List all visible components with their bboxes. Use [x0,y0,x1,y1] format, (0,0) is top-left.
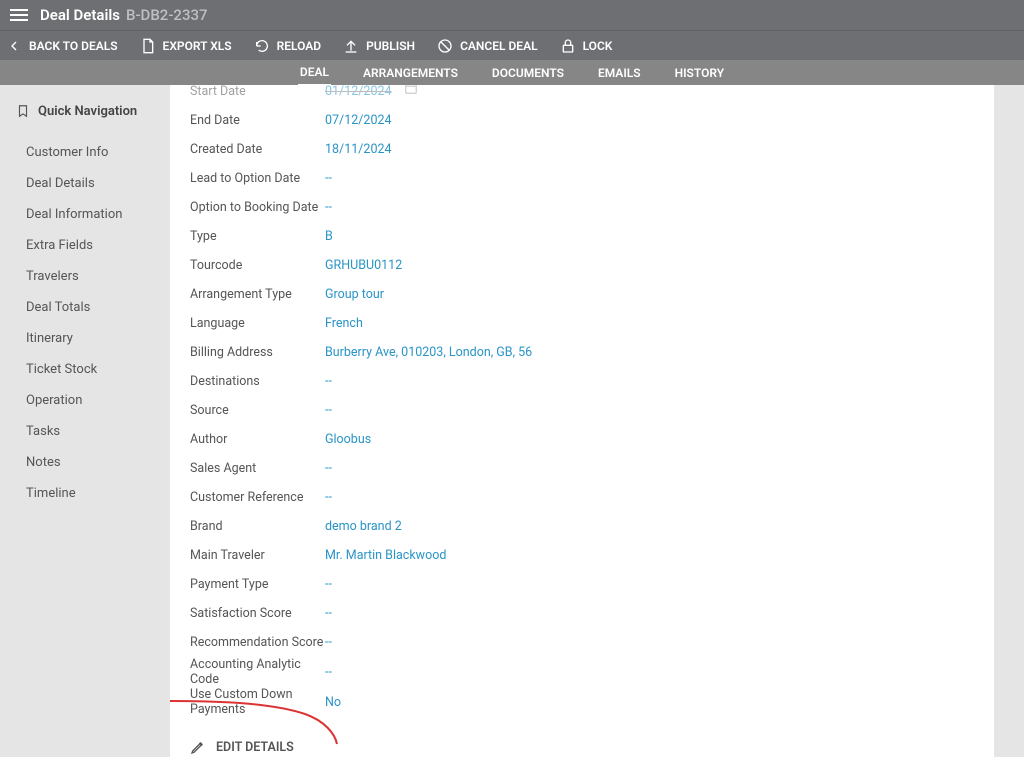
field-value-recommendation-score[interactable]: -- [325,635,332,650]
edit-details-label: EDIT DETAILS [216,740,294,755]
lock-icon [560,38,576,54]
sidebar-item-ticket-stock[interactable]: Ticket Stock [16,354,154,385]
sidebar-item-timeline[interactable]: Timeline [16,478,154,509]
field-label-custom-down: Use Custom Down Payments [190,687,325,717]
field-label-recommendation-score: Recommendation Score [190,635,325,650]
sidebar-item-customer-info[interactable]: Customer Info [16,137,154,168]
field-value-tourcode[interactable]: GRHUBU0112 [325,258,402,273]
field-label-sales-agent: Sales Agent [190,461,325,476]
field-value-option-to-booking[interactable]: -- [325,200,332,215]
lock-button[interactable]: LOCK [560,38,613,54]
sidebar-head: Quick Navigation [16,103,154,119]
publish-label: PUBLISH [366,39,415,53]
field-value-lead-to-option[interactable]: -- [325,171,332,186]
cancel-button[interactable]: CANCEL DEAL [437,38,538,54]
upload-icon [343,38,359,54]
tab-deal[interactable]: DEAL [298,60,331,86]
tab-arrangements[interactable]: ARRANGEMENTS [361,61,460,85]
reload-button[interactable]: RELOAD [254,38,321,54]
sidebar: Quick Navigation Customer Info Deal Deta… [0,85,170,757]
tab-history[interactable]: HISTORY [673,61,726,85]
field-label-lead-to-option: Lead to Option Date [190,171,325,186]
sidebar-title: Quick Navigation [38,104,137,119]
field-label-tourcode: Tourcode [190,258,325,273]
tab-documents[interactable]: DOCUMENTS [490,61,566,85]
export-button[interactable]: EXPORT XLS [140,38,232,54]
field-value-satisfaction-score[interactable]: -- [325,606,332,621]
field-value-accounting-analytic[interactable]: -- [325,665,332,680]
main-panel: Start Date 01/12/2024 End Date 07/12/202… [170,85,994,757]
refresh-icon [254,38,270,54]
field-value-main-traveler[interactable]: Mr. Martin Blackwood [325,548,446,563]
field-value-sales-agent[interactable]: -- [325,461,332,476]
edit-details-button[interactable]: EDIT DETAILS [170,727,994,757]
field-label-satisfaction-score: Satisfaction Score [190,606,325,621]
sidebar-item-deal-information[interactable]: Deal Information [16,199,154,230]
deal-details-fields: Start Date 01/12/2024 End Date 07/12/202… [170,85,994,727]
field-value-brand[interactable]: demo brand 2 [325,519,402,534]
tab-emails[interactable]: EMAILS [596,61,643,85]
reload-label: RELOAD [277,39,321,53]
calendar-icon[interactable] [404,85,418,99]
lock-label: LOCK [583,39,613,53]
arrow-left-icon [6,38,22,54]
file-icon [140,38,156,54]
field-value-author[interactable]: Gloobus [325,432,371,447]
field-value-source[interactable]: -- [325,403,332,418]
field-label-customer-reference: Customer Reference [190,490,325,505]
field-value-payment-type[interactable]: -- [325,577,332,592]
back-button[interactable]: BACK TO DEALS [6,38,118,54]
tabs-bar: DEAL ARRANGEMENTS DOCUMENTS EMAILS HISTO… [0,60,1024,85]
export-label: EXPORT XLS [163,39,232,53]
hamburger-icon[interactable] [10,9,28,21]
field-value-end-date[interactable]: 07/12/2024 [325,113,392,128]
field-label-billing-address: Billing Address [190,345,325,360]
page-title: Deal Details [40,6,120,24]
field-label-destinations: Destinations [190,374,325,389]
field-value-destinations[interactable]: -- [325,374,332,389]
bookmark-icon [16,103,30,119]
field-label-arrangement-type: Arrangement Type [190,287,325,302]
field-label-end-date: End Date [190,113,325,128]
sidebar-item-deal-details[interactable]: Deal Details [16,168,154,199]
field-label-accounting-analytic: Accounting Analytic Code [190,657,325,687]
field-label-brand: Brand [190,519,325,534]
toolbar: BACK TO DEALS EXPORT XLS RELOAD PUBLISH … [0,30,1024,60]
sidebar-item-travelers[interactable]: Travelers [16,261,154,292]
field-label-source: Source [190,403,325,418]
cancel-icon [437,38,453,54]
field-value-type[interactable]: B [325,229,333,244]
field-value-customer-reference[interactable]: -- [325,490,332,505]
field-label-main-traveler: Main Traveler [190,548,325,563]
field-label-type: Type [190,229,325,244]
sidebar-item-notes[interactable]: Notes [16,447,154,478]
field-label-language: Language [190,316,325,331]
sidebar-item-deal-totals[interactable]: Deal Totals [16,292,154,323]
field-value-billing-address[interactable]: Burberry Ave, 010203, London, GB, 56 [325,345,532,360]
sidebar-item-itinerary[interactable]: Itinerary [16,323,154,354]
publish-button[interactable]: PUBLISH [343,38,415,54]
back-label: BACK TO DEALS [29,39,118,53]
cancel-label: CANCEL DEAL [460,39,538,53]
field-value-start-date: 01/12/2024 [325,85,392,99]
title-bar: Deal Details B-DB2-2337 [0,0,1024,30]
deal-code: B-DB2-2337 [126,6,208,24]
field-label-option-to-booking: Option to Booking Date [190,200,325,215]
field-value-created-date[interactable]: 18/11/2024 [325,142,392,157]
field-label-author: Author [190,432,325,447]
sidebar-item-extra-fields[interactable]: Extra Fields [16,230,154,261]
field-label-created-date: Created Date [190,142,325,157]
field-label-start-date: Start Date [190,85,325,99]
pencil-icon [190,739,206,755]
sidebar-item-tasks[interactable]: Tasks [16,416,154,447]
field-label-payment-type: Payment Type [190,577,325,592]
field-value-language[interactable]: French [325,316,363,331]
sidebar-item-operation[interactable]: Operation [16,385,154,416]
field-value-arrangement-type[interactable]: Group tour [325,287,384,302]
field-value-custom-down[interactable]: No [325,695,341,710]
